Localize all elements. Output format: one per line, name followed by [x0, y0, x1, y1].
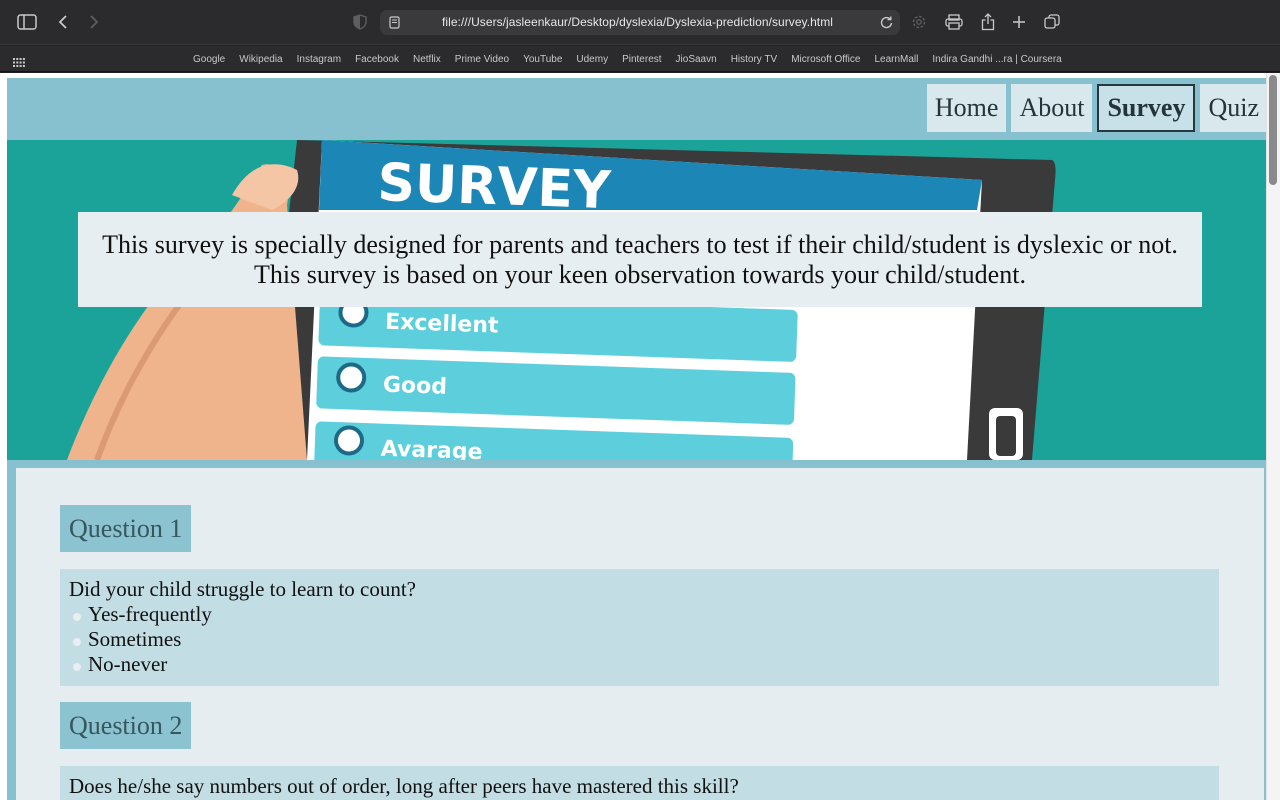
nav-home-link[interactable]: Home [926, 84, 1007, 132]
bookmark-pinterest[interactable]: Pinterest [622, 54, 661, 65]
nav-quiz-link[interactable]: Quiz [1200, 84, 1267, 132]
bookmark-prime-video[interactable]: Prime Video [455, 54, 509, 65]
svg-text:Avarage: Avarage [380, 437, 483, 460]
bookmark-netflix[interactable]: Netflix [413, 54, 441, 65]
bookmark-instagram[interactable]: Instagram [297, 54, 341, 65]
nav-survey-link[interactable]: Survey [1097, 84, 1196, 132]
sidebar-toggle-icon[interactable] [16, 11, 38, 33]
bookmark-history-tv[interactable]: History TV [731, 54, 778, 65]
extension-gear-icon[interactable] [908, 11, 930, 33]
survey-form: Question 1 Did your child struggle to le… [16, 468, 1264, 800]
hero-caption: This survey is specially designed for pa… [78, 212, 1202, 307]
question-2-title: Question 2 [60, 702, 192, 749]
nav-about-link[interactable]: About [1011, 84, 1093, 132]
print-icon[interactable] [943, 11, 965, 33]
radio-button[interactable] [73, 638, 81, 646]
main-nav: Home About Survey Quiz [926, 84, 1267, 132]
share-icon[interactable] [977, 11, 999, 33]
new-tab-plus-icon[interactable] [1008, 11, 1030, 33]
bookmark-list: Google Wikipedia Instagram Facebook Netf… [193, 46, 1062, 72]
radio-button[interactable] [73, 613, 81, 621]
question-1-option-yes-frequently[interactable]: Yes-frequently [69, 602, 1210, 627]
option-label: Sometimes [88, 627, 182, 651]
browser-toolbar: file:///Users/jasleenkaur/Desktop/dyslex… [0, 0, 1280, 45]
question-1-title: Question 1 [60, 505, 192, 552]
bookmark-facebook[interactable]: Facebook [355, 54, 399, 65]
bookmark-jiosaavn[interactable]: JioSaavn [676, 54, 717, 65]
page-scrollbar[interactable] [1266, 73, 1280, 800]
forward-icon[interactable] [83, 11, 105, 33]
question-1-option-no-never[interactable]: No-never [69, 652, 1210, 677]
radio-button[interactable] [73, 663, 81, 671]
bookmark-microsoft-office[interactable]: Microsoft Office [791, 54, 860, 65]
bookmark-udemy[interactable]: Udemy [576, 54, 608, 65]
address-bar[interactable]: file:///Users/jasleenkaur/Desktop/dyslex… [380, 10, 900, 35]
question-2-box: Does he/she say numbers out of order, lo… [60, 766, 1219, 800]
survey-page: Home About Survey Quiz SURVEY Excellent [7, 78, 1267, 800]
question-1-text: Did your child struggle to learn to coun… [69, 577, 417, 601]
svg-text:Good: Good [383, 373, 448, 400]
tab-overview-icon[interactable] [1041, 11, 1063, 33]
bookmark-coursera[interactable]: Indira Gandhi ...ra | Coursera [932, 54, 1061, 65]
back-icon[interactable] [52, 11, 74, 33]
reload-icon[interactable] [878, 12, 894, 32]
option-label: No-never [88, 652, 168, 676]
question-1-option-sometimes[interactable]: Sometimes [69, 627, 1210, 652]
bookmarks-bar: Google Wikipedia Instagram Facebook Netf… [0, 46, 1280, 72]
page-icon [386, 12, 402, 32]
question-1-box: Did your child struggle to learn to coun… [60, 569, 1219, 686]
bookmark-learnmall[interactable]: LearnMall [874, 54, 918, 65]
bookmark-youtube[interactable]: YouTube [523, 54, 562, 65]
page-viewport: Home About Survey Quiz SURVEY Excellent [0, 73, 1280, 800]
privacy-shield-icon[interactable] [349, 11, 371, 33]
question-2-text: Does he/she say numbers out of order, lo… [69, 774, 739, 798]
svg-text:Excellent: Excellent [385, 310, 500, 339]
scrollbar-thumb[interactable] [1269, 75, 1277, 185]
bookmark-google[interactable]: Google [193, 54, 225, 65]
apps-grid-icon[interactable] [13, 54, 25, 72]
option-label: Yes-frequently [88, 602, 212, 626]
svg-text:SURVEY: SURVEY [377, 153, 613, 221]
hero-banner: SURVEY Excellent Good Avarage This surve… [7, 140, 1267, 460]
bookmark-wikipedia[interactable]: Wikipedia [239, 54, 282, 65]
url-text: file:///Users/jasleenkaur/Desktop/dyslex… [442, 15, 833, 29]
